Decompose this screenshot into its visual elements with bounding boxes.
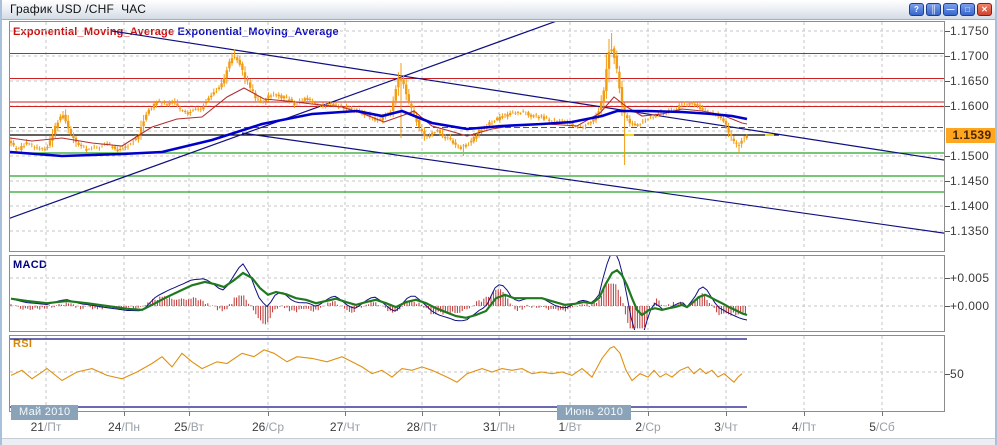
day-label: 27/Чт (315, 420, 375, 434)
month-badge: Июнь 2010 (557, 405, 631, 420)
window-title: График USD /CHF ЧАС (10, 2, 146, 16)
price-label: 1.1750 (950, 24, 989, 38)
day-label: 4/Пт (774, 420, 834, 434)
price-label: 1.1600 (950, 99, 989, 113)
window-bottom-border (2, 438, 995, 445)
help-button[interactable]: ? (909, 3, 924, 16)
day-label: 21/Пт (16, 420, 76, 434)
day-label: 5/Сб (852, 420, 912, 434)
time-tick (804, 411, 805, 416)
ema-legend-red: Exponential_Moving_Average (13, 26, 174, 38)
rsi-panel[interactable] (9, 335, 945, 412)
price-label: 1.1400 (950, 199, 989, 213)
time-tick (345, 411, 346, 416)
price-label: 1.1350 (950, 224, 989, 238)
pause-button[interactable]: ║ (926, 3, 941, 16)
time-tick (268, 411, 269, 416)
price-label: 1.1700 (950, 49, 989, 63)
day-label: 24/Пн (94, 420, 154, 434)
minimize-button[interactable]: — (943, 3, 958, 16)
window-buttons: ?║—□✕ (909, 3, 992, 16)
close-button[interactable]: ✕ (977, 3, 992, 16)
current-price-tag: 1.1539 (946, 128, 997, 143)
day-label: 2/Ср (618, 420, 678, 434)
day-label: 28/Пт (392, 420, 452, 434)
price-chart-panel[interactable] (9, 21, 945, 252)
price-label: 1.1450 (950, 174, 989, 188)
chart-window: График USD /CHF ЧАС ?║—□✕ Exponential_Mo… (0, 0, 997, 445)
time-tick (882, 411, 883, 416)
title-bar[interactable]: График USD /CHF ЧАС ?║—□✕ (2, 0, 995, 20)
day-label: 1/Вт (540, 420, 600, 434)
time-tick (499, 411, 500, 416)
time-tick (189, 411, 190, 416)
day-label: 3/Чт (696, 420, 756, 434)
day-label: 26/Ср (238, 420, 298, 434)
month-badge: Май 2010 (11, 405, 78, 420)
macd-panel[interactable] (9, 255, 945, 332)
ema-legend-blue: Exponential_Moving_Average (178, 26, 339, 38)
maximize-button[interactable]: □ (960, 3, 975, 16)
time-tick (726, 411, 727, 416)
time-tick (648, 411, 649, 416)
price-label: 1.1650 (950, 74, 989, 88)
macd-label: MACD (13, 259, 47, 271)
indicator-legend: Exponential_Moving_Average Exponential_M… (13, 26, 339, 38)
price-label: 1.1500 (950, 149, 989, 163)
rsi-level-label: 50 (950, 367, 964, 381)
time-tick (422, 411, 423, 416)
time-tick (124, 411, 125, 416)
day-label: 25/Вт (159, 420, 219, 434)
day-label: 31/Пн (469, 420, 529, 434)
macd-label: +0.000 (950, 299, 989, 313)
rsi-label: RSI (13, 338, 32, 350)
macd-label: +0.005 (950, 271, 989, 285)
